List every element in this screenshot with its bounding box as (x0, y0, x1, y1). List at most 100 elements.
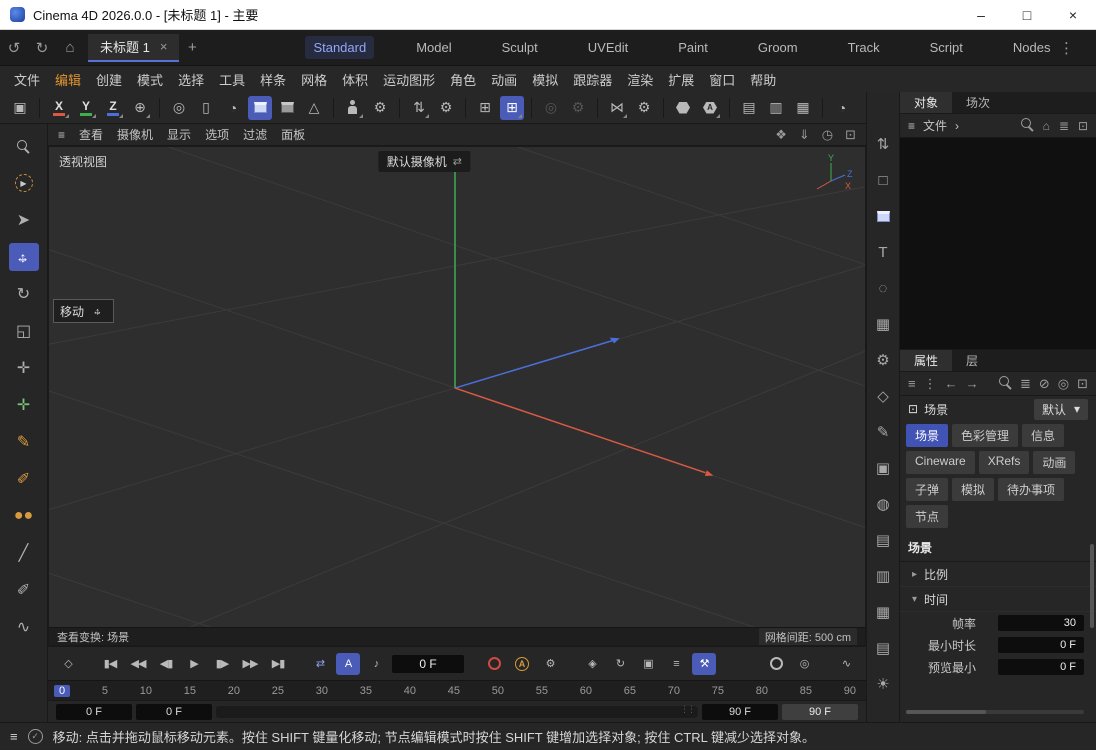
viewport-menu-view[interactable]: 查看 (79, 126, 103, 143)
status-menu-icon[interactable]: ≡ (10, 729, 18, 744)
prev-frame-button[interactable]: ◀▮ (154, 653, 178, 675)
attributes-hscrollbar[interactable] (906, 710, 1084, 714)
viewport-layout-icon[interactable]: ⊡ (845, 127, 856, 143)
select-cursor-icon[interactable]: ➤ (9, 206, 39, 234)
menu-mode[interactable]: 模式 (137, 70, 163, 89)
attr-search-icon[interactable] (999, 376, 1012, 392)
preset-dropdown[interactable]: 默认 ▾ (1034, 399, 1088, 420)
framerate-input[interactable]: 30 (998, 615, 1084, 631)
axis-z-button[interactable]: Z (101, 96, 125, 120)
key-tool-icon[interactable]: ⚒ (692, 653, 716, 675)
axis-gizmo[interactable]: Y Z X (807, 153, 853, 195)
goto-start-button[interactable]: ▮◀ (98, 653, 122, 675)
viewport-menu-display[interactable]: 显示 (167, 126, 191, 143)
cat-info[interactable]: 信息 (1022, 424, 1064, 447)
menu-select[interactable]: 选择 (178, 70, 204, 89)
om-external-icon[interactable]: ⊡ (1078, 119, 1088, 133)
spline-primitive-icon[interactable]: □ (870, 168, 896, 192)
pivot-icon[interactable]: ⇅ (407, 96, 431, 120)
dopesheet-window-icon[interactable]: ▥ (764, 96, 788, 120)
axis-y-button[interactable]: Y (74, 96, 98, 120)
spline-smooth-tool-icon[interactable]: ∿ (9, 613, 39, 641)
range-start-field[interactable]: 0 F (56, 704, 132, 720)
camera-label-pill[interactable]: 默认摄像机 ⇄ (379, 151, 470, 172)
document-close-icon[interactable]: × (160, 39, 168, 54)
cat-xrefs[interactable]: XRefs (979, 451, 1030, 474)
rotate-tool-icon[interactable]: ↻ (9, 280, 39, 308)
record-button[interactable] (482, 653, 506, 675)
fcurve-icon[interactable]: ∿ (834, 653, 858, 675)
min-time-input[interactable]: 0 F (998, 637, 1084, 653)
symmetry-settings-gear-icon[interactable]: ⚙ (632, 96, 656, 120)
scale-tool-icon[interactable]: ◱ (9, 317, 39, 345)
play-button[interactable]: ▶ (182, 653, 206, 675)
playhead[interactable]: 0 (54, 685, 70, 697)
tab-objects[interactable]: 对象 (900, 92, 952, 113)
field-object-icon[interactable]: ◇ (870, 384, 896, 408)
menu-volume[interactable]: 体积 (342, 70, 368, 89)
new-tab-button[interactable]: + (179, 39, 205, 56)
camera-object-icon[interactable]: ▦ (870, 600, 896, 624)
om-file-menu[interactable]: 文件 (923, 117, 947, 134)
cat-animation[interactable]: 动画 (1033, 451, 1075, 474)
prev-key-button[interactable]: ◀◀ (126, 653, 150, 675)
cat-color-management[interactable]: 色彩管理 (952, 424, 1018, 447)
attr-target-icon[interactable]: ◎ (1058, 376, 1069, 392)
symmetry-icon[interactable]: ⋈ (605, 96, 629, 120)
move-tool-icon[interactable] (9, 243, 39, 271)
viewport-menu-filter[interactable]: 过滤 (243, 126, 267, 143)
record-options-icon[interactable]: ◎ (792, 653, 816, 675)
minimize-button[interactable]: – (958, 0, 1004, 29)
send-to-picture-viewer-icon[interactable]: ⇓ (799, 127, 810, 143)
next-frame-button[interactable]: ▮▶ (210, 653, 234, 675)
om-chevron-icon[interactable]: › (955, 119, 959, 133)
group-scale[interactable]: ▸ 比例 (900, 562, 1096, 587)
attr-lock-icon[interactable]: ⊘ (1039, 376, 1050, 392)
dashed-pen-tool-icon[interactable]: ✐ (9, 576, 39, 604)
attr-more-icon[interactable]: ⋮ (924, 376, 937, 392)
pivot-settings-gear-icon[interactable]: ⚙ (434, 96, 458, 120)
om-search-icon[interactable] (1021, 118, 1034, 134)
om-filter-icon[interactable]: ≣ (1059, 119, 1069, 133)
key-rotation-icon[interactable]: ↻ (608, 653, 632, 675)
sound-icon[interactable]: ♪ (364, 653, 388, 675)
close-button[interactable]: × (1050, 0, 1096, 29)
timeline-panel-icon[interactable]: ▤ (870, 528, 896, 552)
attr-menu-icon[interactable]: ≡ (908, 376, 916, 391)
record-objects-icon[interactable] (764, 653, 788, 675)
timeline-ruler[interactable]: 0 5 10 15 20 25 30 35 40 45 50 55 60 65 … (48, 680, 866, 700)
live-selection-icon[interactable]: ▶ (9, 169, 39, 197)
history-panel-icon[interactable]: ▣ (8, 96, 32, 120)
cat-todo[interactable]: 待办事项 (998, 478, 1064, 501)
perspective-viewport[interactable]: 透视视图 默认摄像机 ⇄ Y Z X 移动 (48, 146, 866, 646)
time-icon[interactable]: ◷ (822, 127, 833, 143)
camera-view-icon[interactable]: ▤ (870, 636, 896, 660)
range-start-field-2[interactable]: 0 F (136, 704, 212, 720)
content-browser-icon[interactable]: ◔ (830, 96, 854, 120)
menu-mesh[interactable]: 网格 (301, 70, 327, 89)
loop-mode-icon[interactable]: ⇄ (308, 653, 332, 675)
cat-simulation[interactable]: 模拟 (952, 478, 994, 501)
layout-tab-track[interactable]: Track (840, 36, 888, 59)
text-object-icon[interactable]: T (870, 240, 896, 264)
attr-forward-icon[interactable]: → (966, 376, 979, 391)
menu-render[interactable]: 渲染 (627, 70, 653, 89)
boolean-object-icon[interactable]: ▣ (870, 456, 896, 480)
key-scale-icon[interactable]: ▣ (636, 653, 660, 675)
layout-tab-uvedit[interactable]: UVEdit (580, 36, 636, 59)
effector-object-icon[interactable]: ⚙ (870, 348, 896, 372)
character-settings-gear-icon[interactable]: ⚙ (368, 96, 392, 120)
clapper-panel-icon[interactable]: ▥ (870, 564, 896, 588)
timeline-window-icon[interactable]: ▤ (737, 96, 761, 120)
current-frame-field[interactable]: 0 F (392, 655, 464, 673)
menu-edit[interactable]: 编辑 (55, 70, 81, 89)
zoom-tool-icon[interactable] (9, 132, 39, 160)
range-end-field-2[interactable]: 90 F (782, 704, 858, 720)
pan-view-icon[interactable]: ❖ (775, 127, 787, 143)
range-slider[interactable] (216, 706, 698, 718)
redo-icon[interactable]: ↻ (28, 39, 56, 57)
menu-mograph[interactable]: 运动图形 (383, 70, 435, 89)
menu-spline[interactable]: 样条 (260, 70, 286, 89)
axis-mode-icon[interactable]: ▯ (194, 96, 218, 120)
transform-tool-icon[interactable]: ✛ (9, 354, 39, 382)
